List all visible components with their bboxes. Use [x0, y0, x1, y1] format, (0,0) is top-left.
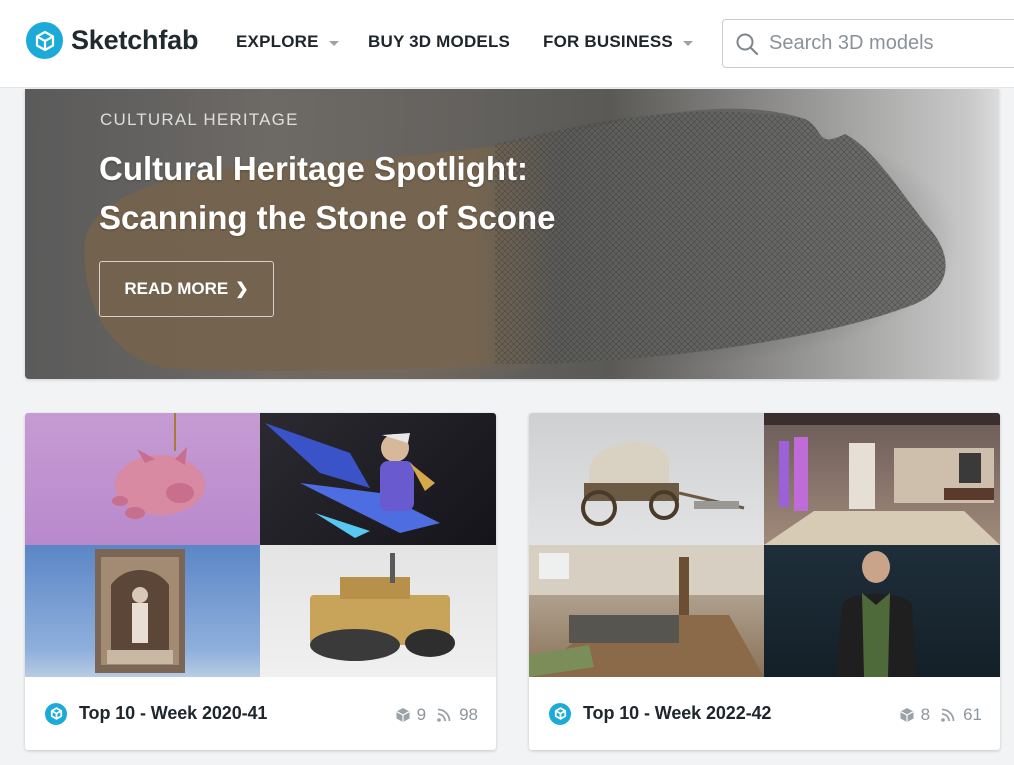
collection-card[interactable]: Top 10 - Week 2020-41 9 98: [25, 413, 496, 750]
hero-category: CULTURAL HERITAGE: [100, 110, 299, 129]
model-thumbnail-flying-pig[interactable]: [25, 413, 260, 545]
cube-icon: [900, 708, 914, 722]
search-input[interactable]: [769, 32, 1009, 55]
model-thumbnail-warrior[interactable]: [260, 413, 496, 545]
chevron-down-icon: [682, 40, 693, 46]
model-count: 9: [395, 705, 426, 725]
model-thumbnail-road-roller[interactable]: [260, 545, 496, 677]
collection-thumbnails[interactable]: [25, 413, 496, 677]
bathroom-image: [764, 413, 1000, 545]
read-more-button[interactable]: READ MORE ❯: [99, 261, 274, 317]
collection-stats: 9 98: [395, 705, 478, 725]
altar-image: [95, 549, 185, 673]
brand-name: Sketchfab: [71, 25, 199, 55]
hero-banner[interactable]: CULTURAL HERITAGE Cultural Heritage Spot…: [25, 89, 999, 379]
follower-count-value: 98: [459, 705, 478, 724]
read-more-label: READ MORE: [124, 279, 229, 298]
search-icon[interactable]: [734, 31, 760, 57]
nav-buy-3d-models[interactable]: BUY 3D MODELS: [368, 32, 510, 52]
roller-image: [310, 553, 455, 661]
collection-card-footer: Top 10 - Week 2022-42 8 61: [529, 677, 1000, 750]
pig-image: [112, 413, 205, 519]
model-thumbnail-weaving-mill[interactable]: [529, 545, 764, 677]
nav-buy-label: BUY 3D MODELS: [368, 32, 511, 51]
sketchfab-logo[interactable]: Sketchfab: [26, 22, 198, 59]
rss-icon: [437, 708, 451, 722]
site-header: Sketchfab EXPLORE BUY 3D MODELS FOR BUSI…: [0, 0, 1014, 88]
collection-thumbnails[interactable]: [529, 413, 1000, 677]
hero-title[interactable]: Cultural Heritage Spotlight: Scanning th…: [99, 144, 659, 242]
model-thumbnail-covered-wagon[interactable]: [529, 413, 764, 545]
collection-title[interactable]: Top 10 - Week 2020-41: [79, 703, 267, 724]
mill-image: [529, 545, 764, 677]
nav-explore-label: EXPLORE: [236, 32, 319, 51]
model-thumbnail-altar-relief[interactable]: [25, 545, 260, 677]
nav-explore[interactable]: EXPLORE: [236, 32, 339, 52]
search-box[interactable]: [722, 19, 1014, 68]
warrior-image: [265, 423, 440, 538]
model-thumbnail-bathroom[interactable]: [764, 413, 1000, 545]
collection-title[interactable]: Top 10 - Week 2022-42: [583, 703, 771, 724]
collection-card-footer: Top 10 - Week 2020-41 9 98: [25, 677, 496, 750]
rss-icon: [941, 708, 955, 722]
nav-for-business[interactable]: FOR BUSINESS: [543, 32, 693, 52]
model-thumbnail-man-portrait[interactable]: [764, 545, 1000, 677]
model-count-value: 8: [920, 705, 931, 724]
collection-icon: [549, 702, 571, 725]
follower-count: 98: [436, 705, 478, 725]
chevron-right-icon: ❯: [235, 281, 249, 298]
follower-count: 61: [940, 705, 982, 725]
model-count-value: 9: [416, 705, 427, 724]
collection-stats: 8 61: [899, 705, 982, 725]
cube-icon: [396, 708, 410, 722]
wagon-image: [581, 442, 745, 526]
collection-icon: [45, 702, 67, 725]
portrait-image: [836, 551, 916, 677]
nav-business-label: FOR BUSINESS: [543, 32, 673, 51]
sketchfab-cube-icon: [26, 22, 63, 59]
follower-count-value: 61: [963, 705, 982, 724]
chevron-down-icon: [328, 40, 339, 46]
collection-card[interactable]: Top 10 - Week 2022-42 8 61: [529, 413, 1000, 750]
model-count: 8: [899, 705, 930, 725]
